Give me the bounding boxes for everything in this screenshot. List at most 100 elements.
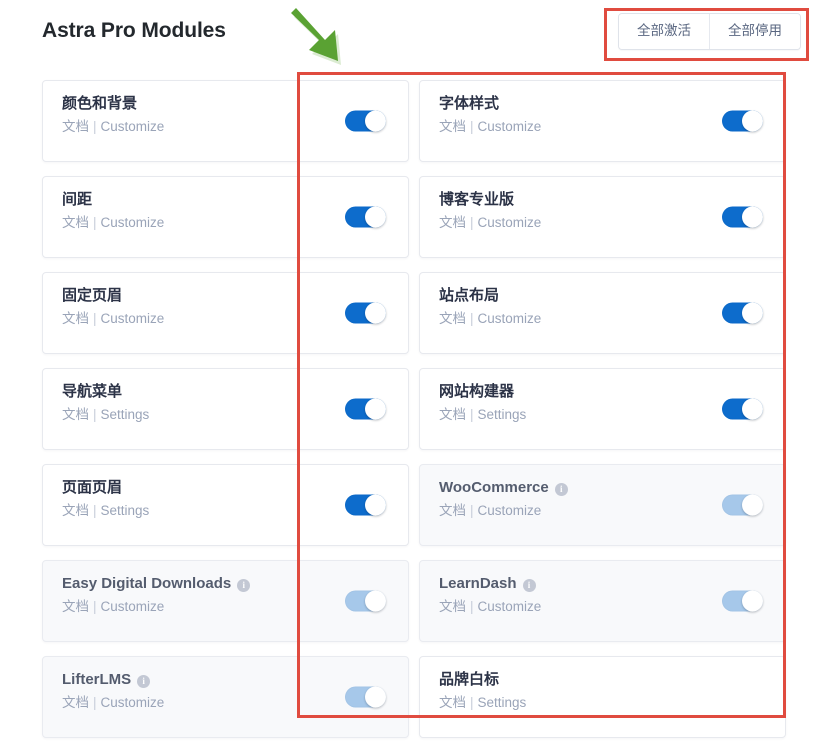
module-doc-link[interactable]: 文档 <box>439 599 466 614</box>
link-separator: | <box>470 215 474 231</box>
info-icon[interactable] <box>554 482 568 496</box>
module-card: LifterLMS 文档 | Customize <box>42 656 409 738</box>
deactivate-all-button[interactable]: 全部停用 <box>709 14 800 50</box>
module-toggle-switch[interactable] <box>345 686 386 708</box>
module-title-text: 导航菜单 <box>62 383 123 400</box>
module-toggle-switch[interactable] <box>722 110 763 132</box>
module-action-link[interactable]: Settings <box>478 407 527 422</box>
module-card: 字体样式文档 | Customize <box>419 80 786 162</box>
module-doc-link[interactable]: 文档 <box>62 215 89 230</box>
module-action-link[interactable]: Customize <box>101 215 165 230</box>
module-action-link[interactable]: Settings <box>101 503 150 518</box>
link-separator: | <box>93 503 97 519</box>
module-action-link[interactable]: Customize <box>478 311 542 326</box>
link-separator: | <box>93 695 97 711</box>
module-doc-link[interactable]: 文档 <box>439 503 466 518</box>
module-links: 文档 | Customize <box>62 598 392 617</box>
info-icon[interactable] <box>137 674 151 688</box>
module-title-text: WooCommerce <box>439 479 549 496</box>
toggle-knob <box>365 590 386 612</box>
module-action-link[interactable]: Customize <box>101 119 165 134</box>
module-links: 文档 | Customize <box>62 118 392 137</box>
module-title-text: 字体样式 <box>439 95 500 112</box>
module-action-link[interactable]: Customize <box>478 503 542 518</box>
link-separator: | <box>93 119 97 135</box>
module-toggle-switch[interactable] <box>722 590 763 612</box>
module-doc-link[interactable]: 文档 <box>62 503 89 518</box>
module-action-link[interactable]: Customize <box>478 119 542 134</box>
toggle-knob <box>365 206 386 228</box>
bulk-action-group: 全部激活 全部停用 <box>618 13 801 51</box>
info-icon[interactable] <box>237 578 251 592</box>
module-title: WooCommerce <box>439 478 769 498</box>
module-title-text: 站点布局 <box>439 287 500 304</box>
module-title: 间距 <box>62 190 392 210</box>
module-toggle-switch[interactable] <box>345 110 386 132</box>
link-separator: | <box>93 407 97 423</box>
module-toggle-switch[interactable] <box>345 494 386 516</box>
module-links: 文档 | Settings <box>439 406 769 425</box>
link-separator: | <box>470 599 474 615</box>
module-title-text: Easy Digital Downloads <box>62 575 232 592</box>
module-toggle-switch[interactable] <box>722 494 763 516</box>
module-card: 页面页眉文档 | Settings <box>42 464 409 546</box>
module-action-link[interactable]: Settings <box>101 407 150 422</box>
module-title: 页面页眉 <box>62 478 392 498</box>
link-separator: | <box>470 311 474 327</box>
toggle-knob <box>742 302 763 324</box>
module-toggle-switch[interactable] <box>345 398 386 420</box>
module-title: 博客专业版 <box>439 190 769 210</box>
module-title-text: 博客专业版 <box>439 191 515 208</box>
module-action-link[interactable]: Customize <box>478 215 542 230</box>
module-title-text: 间距 <box>62 191 93 208</box>
module-title: 固定页眉 <box>62 286 392 306</box>
link-separator: | <box>470 407 474 423</box>
module-toggle-switch[interactable] <box>345 302 386 324</box>
module-title: 品牌白标 <box>439 670 769 690</box>
module-action-link[interactable]: Customize <box>101 599 165 614</box>
module-card: 网站构建器文档 | Settings <box>419 368 786 450</box>
module-doc-link[interactable]: 文档 <box>439 695 466 710</box>
module-toggle-switch[interactable] <box>722 302 763 324</box>
module-toggle-switch[interactable] <box>722 398 763 420</box>
module-links: 文档 | Customize <box>439 310 769 329</box>
module-action-link[interactable]: Customize <box>101 695 165 710</box>
module-card: 导航菜单文档 | Settings <box>42 368 409 450</box>
page-title: Astra Pro Modules <box>42 19 226 42</box>
module-toggle-switch[interactable] <box>345 590 386 612</box>
link-separator: | <box>470 119 474 135</box>
module-links: 文档 | Customize <box>62 310 392 329</box>
module-title-text: 网站构建器 <box>439 383 515 400</box>
module-doc-link[interactable]: 文档 <box>62 311 89 326</box>
module-links: 文档 | Customize <box>439 214 769 233</box>
module-doc-link[interactable]: 文档 <box>439 119 466 134</box>
module-doc-link[interactable]: 文档 <box>439 407 466 422</box>
activate-all-button[interactable]: 全部激活 <box>619 14 709 50</box>
module-doc-link[interactable]: 文档 <box>62 407 89 422</box>
module-title-text: LifterLMS <box>62 671 132 688</box>
page-header: Astra Pro Modules 全部激活 全部停用 <box>0 0 826 72</box>
toggle-knob <box>742 590 763 612</box>
toggle-knob <box>365 686 386 708</box>
module-links: 文档 | Customize <box>62 214 392 233</box>
info-icon[interactable] <box>522 578 536 592</box>
module-toggle-switch[interactable] <box>345 206 386 228</box>
astra-pro-modules-screen: Astra Pro Modules 全部激活 全部停用 颜色和背景文档 | Cust… <box>0 0 826 753</box>
module-action-link[interactable]: Settings <box>478 695 527 710</box>
module-doc-link[interactable]: 文档 <box>62 599 89 614</box>
toggle-knob <box>742 206 763 228</box>
module-links: 文档 | Settings <box>62 502 392 521</box>
link-separator: | <box>93 311 97 327</box>
module-action-link[interactable]: Customize <box>478 599 542 614</box>
module-title: 站点布局 <box>439 286 769 306</box>
module-title: 网站构建器 <box>439 382 769 402</box>
module-doc-link[interactable]: 文档 <box>439 215 466 230</box>
module-card: 站点布局文档 | Customize <box>419 272 786 354</box>
toggle-knob <box>365 494 386 516</box>
module-title: 颜色和背景 <box>62 94 392 114</box>
module-doc-link[interactable]: 文档 <box>62 119 89 134</box>
module-doc-link[interactable]: 文档 <box>439 311 466 326</box>
module-doc-link[interactable]: 文档 <box>62 695 89 710</box>
module-toggle-switch[interactable] <box>722 206 763 228</box>
module-action-link[interactable]: Customize <box>101 311 165 326</box>
